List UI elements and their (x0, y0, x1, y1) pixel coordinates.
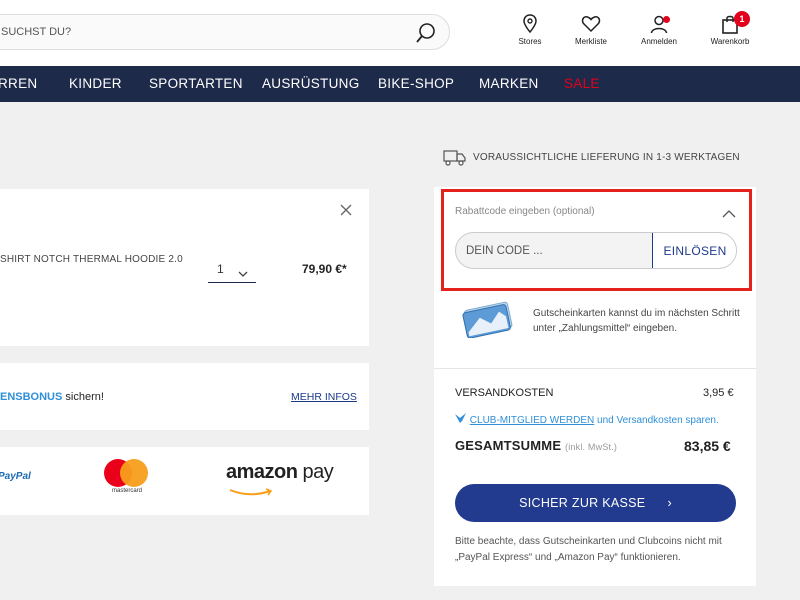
heart-icon (581, 16, 601, 33)
stores-button[interactable]: Stores (500, 14, 560, 54)
total-label-text: GESAMTSUMME (455, 438, 562, 453)
chevron-up-icon[interactable] (722, 206, 736, 224)
amazon-pay-wordmark: pay (297, 461, 334, 483)
cart-count-badge: 1 (734, 11, 750, 27)
wishlist-button[interactable]: Merkliste (561, 14, 621, 54)
giftcard-info: Gutscheinkarten kannst du im nächsten Sc… (533, 308, 740, 334)
nav-item-sale[interactable]: SALE (564, 66, 600, 102)
nav-item-ausruestung[interactable]: AUSRÜSTUNG (262, 66, 360, 102)
redeem-button[interactable]: EINLÖSEN (652, 233, 736, 268)
coupon-code-input[interactable] (466, 233, 646, 268)
coupon-form: EINLÖSEN (455, 232, 737, 269)
delivery-text: VORAUSSICHTLICHE LIEFERUNG IN 1-3 WERKTA… (473, 152, 740, 163)
nav-item-marken[interactable]: MARKEN (479, 66, 539, 102)
quantity-select[interactable]: 1 (208, 259, 256, 283)
mastercard-logo: mastercard (104, 459, 150, 499)
amazon-pay-logo: amazon pay (226, 461, 334, 484)
nav-item-sportarten[interactable]: SPORTARTEN (149, 66, 243, 102)
bonus-suffix: sichern! (62, 391, 104, 403)
chevron-down-icon (238, 265, 248, 283)
nav-item-kinder[interactable]: KINDER (69, 66, 122, 102)
shipping-value: 3,95 € (703, 387, 734, 399)
header: Stores Merkliste Anmelden 1 Warenkorb (0, 0, 800, 66)
wishlist-label: Merkliste (574, 37, 607, 46)
coupon-title[interactable]: Rabattcode eingeben (optional) (455, 206, 595, 217)
nav-item-bike-shop[interactable]: BIKE-SHOP (378, 66, 454, 102)
search-icon[interactable] (414, 21, 438, 45)
login-button[interactable]: Anmelden (629, 14, 689, 54)
nav-item-herren[interactable]: RREN (0, 66, 37, 102)
product-name[interactable]: SHIRT NOTCH THERMAL HOODIE 2.0 (0, 254, 183, 265)
total-value: 83,85 € (684, 438, 731, 454)
bonus-text: ENSBONUS sichern! (0, 391, 104, 403)
search-bar (0, 14, 450, 50)
checkout-label: SICHER ZUR KASSE (519, 496, 646, 510)
mastercard-wordmark: mastercard (111, 488, 142, 494)
checkout-button[interactable]: SICHER ZUR KASSE › (455, 484, 736, 522)
cart-item-card: SHIRT NOTCH THERMAL HOODIE 2.0 1 79,90 €… (0, 189, 369, 346)
club-bird-icon (455, 413, 466, 423)
gift-card-icon (460, 298, 513, 339)
bonus-card: ENSBONUS sichern! MEHR INFOS (0, 363, 369, 430)
delivery-info: VORAUSSICHTLICHE LIEFERUNG IN 1-3 WERKTA… (443, 148, 763, 168)
payment-note: Bitte beachte, dass Gutscheinkarten und … (455, 536, 722, 563)
club-link[interactable]: CLUB-MITGLIED WERDEN (470, 415, 594, 426)
amazon-smile-icon (228, 485, 278, 503)
search-input[interactable] (1, 15, 391, 49)
cart-button[interactable]: 1 Warenkorb (700, 11, 760, 54)
bonus-highlight: ENSBONUS (0, 391, 63, 403)
more-info-link[interactable]: MEHR INFOS (291, 391, 357, 403)
stores-label: Stores (518, 37, 542, 46)
shipping-label: VERSANDKOSTEN (455, 387, 554, 399)
remove-item-icon[interactable] (339, 203, 353, 217)
notification-dot (663, 16, 670, 23)
quantity-value: 1 (217, 262, 224, 276)
total-label: GESAMTSUMME (inkl. MwSt.) (455, 438, 617, 453)
location-pin-icon (523, 14, 537, 34)
cart-label: Warenkorb (710, 37, 750, 46)
club-text: und Versandkosten sparen. (594, 415, 719, 426)
amazon-wordmark: amazon (226, 461, 298, 483)
club-info: CLUB-MITGLIED WERDEN und Versandkosten s… (455, 413, 719, 426)
total-tax-note: (inkl. MwSt.) (565, 442, 618, 452)
main-navigation: RREN KINDER SPORTARTEN AUSRÜSTUNG BIKE-S… (0, 66, 800, 102)
payment-methods-card: PayPal mastercard amazon pay (0, 447, 369, 515)
product-price: 79,90 €* (302, 262, 347, 276)
chevron-right-icon: › (667, 496, 672, 510)
paypal-logo: PayPal (0, 471, 31, 482)
login-label: Anmelden (640, 37, 678, 46)
mastercard-orange-circle (120, 459, 148, 487)
truck-icon (443, 150, 466, 166)
